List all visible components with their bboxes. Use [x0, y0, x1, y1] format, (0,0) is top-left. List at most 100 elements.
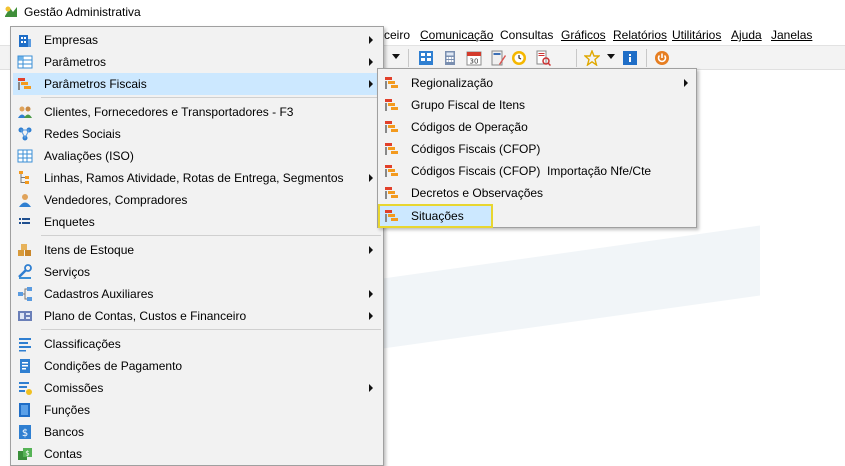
toolbar-separator [576, 49, 577, 67]
menu-financeiro-partial[interactable]: ceiro [384, 28, 410, 42]
window-title: Gestão Administrativa [24, 5, 141, 19]
fiscal-list-icon [385, 77, 398, 89]
favorites-dropdown-arrow[interactable] [607, 54, 615, 59]
function-icon [19, 403, 30, 417]
menu-item-vendedores[interactable]: Vendedores, Compradores [13, 189, 381, 211]
svg-text:30: 30 [470, 58, 479, 66]
menu-comunicacao[interactable]: Comunicação [420, 28, 493, 42]
lock-clock-icon[interactable] [511, 50, 527, 66]
menu-item-label: Serviços [44, 265, 91, 279]
submenu-item-codigos-operacao[interactable]: Códigos de Operação [380, 116, 694, 138]
submenu-item-cfop-importacao[interactable]: Códigos Fiscais (CFOP) Importação Nfe/Ct… [380, 160, 694, 182]
calculator-grid-icon[interactable] [418, 50, 434, 66]
menu-item-label: Cadastros Auxiliares [44, 287, 154, 301]
submenu-item-grupo-fiscal[interactable]: Grupo Fiscal de Itens [380, 94, 694, 116]
menu-item-parametros[interactable]: Parâmetros [13, 51, 381, 73]
fiscal-list-icon [385, 121, 398, 133]
menu-item-label: Funções [44, 403, 91, 417]
submenu-item-regionalizacao[interactable]: Regionalização [380, 72, 694, 94]
menu-item-label: Enquetes [44, 215, 95, 229]
menu-item-redes-sociais[interactable]: Redes Sociais [13, 123, 381, 145]
info-icon[interactable] [622, 50, 638, 66]
fiscal-list-icon [385, 210, 398, 222]
menu-consultas[interactable]: Consultas [500, 28, 553, 42]
menu-item-label: Avaliações (ISO) [44, 149, 134, 163]
submenu-arrow-icon [369, 174, 373, 182]
menu-graficos[interactable]: Gráficos [561, 28, 606, 42]
menu-item-label: Códigos de Operação [411, 120, 528, 134]
tools-icon [18, 264, 32, 279]
menu-item-bancos[interactable]: $ Bancos [13, 421, 381, 443]
building-icon [19, 35, 31, 47]
toolbar-separator [408, 49, 409, 67]
submenu-arrow-icon [369, 290, 373, 298]
document-search-icon[interactable] [535, 50, 551, 66]
document-icon [20, 359, 30, 373]
boxes-icon [18, 244, 31, 256]
menu-item-label: Clientes, Fornecedores e Transportadores… [44, 105, 294, 119]
menu-item-label: Itens de Estoque [44, 243, 135, 257]
grid-icon [17, 55, 33, 69]
menu-relatorios[interactable]: Relatórios [613, 28, 667, 42]
menu-separator [41, 235, 381, 236]
fiscal-list-icon [18, 78, 31, 90]
menu-item-cadastros-auxiliares[interactable]: Cadastros Auxiliares [13, 283, 381, 305]
menu-item-label: Códigos Fiscais (CFOP) Importação Nfe/Ct… [411, 164, 652, 178]
ledger-icon [18, 311, 32, 321]
menu-item-comissoes[interactable]: Comissões [13, 377, 381, 399]
parametros-fiscais-submenu: Regionalização Grupo Fiscal de Itens Cód… [377, 68, 697, 228]
menu-item-plano-contas[interactable]: Plano de Contas, Custos e Financeiro [13, 305, 381, 327]
menu-item-label: Situações [411, 209, 464, 223]
menu-separator [41, 97, 381, 98]
menu-item-label: Códigos Fiscais (CFOP) [411, 142, 541, 156]
user-icon [19, 194, 31, 207]
submenu-arrow-icon [369, 58, 373, 66]
fiscal-list-icon [385, 143, 398, 155]
fiscal-list-icon [385, 99, 398, 111]
submenu-arrow-icon [369, 312, 373, 320]
calculator-icon[interactable] [442, 50, 458, 66]
submenu-arrow-icon [684, 79, 688, 87]
people-icon [18, 106, 32, 118]
tree-icon [19, 171, 29, 184]
menu-ajuda[interactable]: Ajuda [731, 28, 762, 42]
toolbar-separator [646, 49, 647, 67]
submenu-arrow-icon [369, 246, 373, 254]
app-icon [5, 6, 17, 17]
menu-item-clientes[interactable]: Clientes, Fornecedores e Transportadores… [13, 101, 381, 123]
menu-item-avaliacoes[interactable]: Avaliações (ISO) [13, 145, 381, 167]
menu-item-condicoes-pagamento[interactable]: Condições de Pagamento [13, 355, 381, 377]
calculator-pen-icon[interactable] [490, 50, 506, 66]
menu-item-servicos[interactable]: Serviços [13, 261, 381, 283]
submenu-arrow-icon [369, 36, 373, 44]
submenu-item-situacoes[interactable]: Situações [378, 204, 493, 228]
power-icon[interactable] [654, 50, 670, 66]
menu-item-label: Vendedores, Compradores [44, 193, 188, 207]
menu-item-label: Linhas, Ramos Atividade, Rotas de Entreg… [44, 171, 344, 185]
svg-text:$: $ [25, 450, 29, 458]
menu-item-itens-estoque[interactable]: Itens de Estoque [13, 239, 381, 261]
menu-item-enquetes[interactable]: Enquetes [13, 211, 381, 233]
star-icon[interactable] [584, 50, 600, 66]
menu-item-linhas-ramos[interactable]: Linhas, Ramos Atividade, Rotas de Entreg… [13, 167, 381, 189]
menu-item-label: Empresas [44, 33, 99, 47]
menu-utilitarios[interactable]: Utilitários [672, 28, 721, 42]
menu-item-label: Decretos e Observações [411, 186, 544, 200]
menu-item-parametros-fiscais[interactable]: Parâmetros Fiscais [13, 73, 381, 95]
fiscal-list-icon [385, 187, 398, 199]
calendar-icon[interactable]: 30 [466, 50, 482, 66]
menu-item-classificacoes[interactable]: Classificações [13, 333, 381, 355]
menu-item-contas[interactable]: $ Contas [13, 443, 381, 465]
bank-icon: $ [19, 425, 31, 439]
submenu-item-decretos[interactable]: Decretos e Observações [380, 182, 694, 204]
submenu-item-cfop[interactable]: Códigos Fiscais (CFOP) [380, 138, 694, 160]
menu-item-label: Comissões [44, 381, 104, 395]
fiscal-list-icon [385, 165, 398, 177]
submenu-arrow-icon [369, 80, 373, 88]
menu-item-funcoes[interactable]: Funções [13, 399, 381, 421]
menu-item-label: Plano de Contas, Custos e Financeiro [44, 309, 247, 323]
toolbar-dropdown-arrow[interactable] [392, 54, 400, 59]
menu-janelas[interactable]: Janelas [771, 28, 812, 42]
menu-item-label: Grupo Fiscal de Itens [411, 98, 526, 112]
menu-item-empresas[interactable]: Empresas [13, 29, 381, 51]
